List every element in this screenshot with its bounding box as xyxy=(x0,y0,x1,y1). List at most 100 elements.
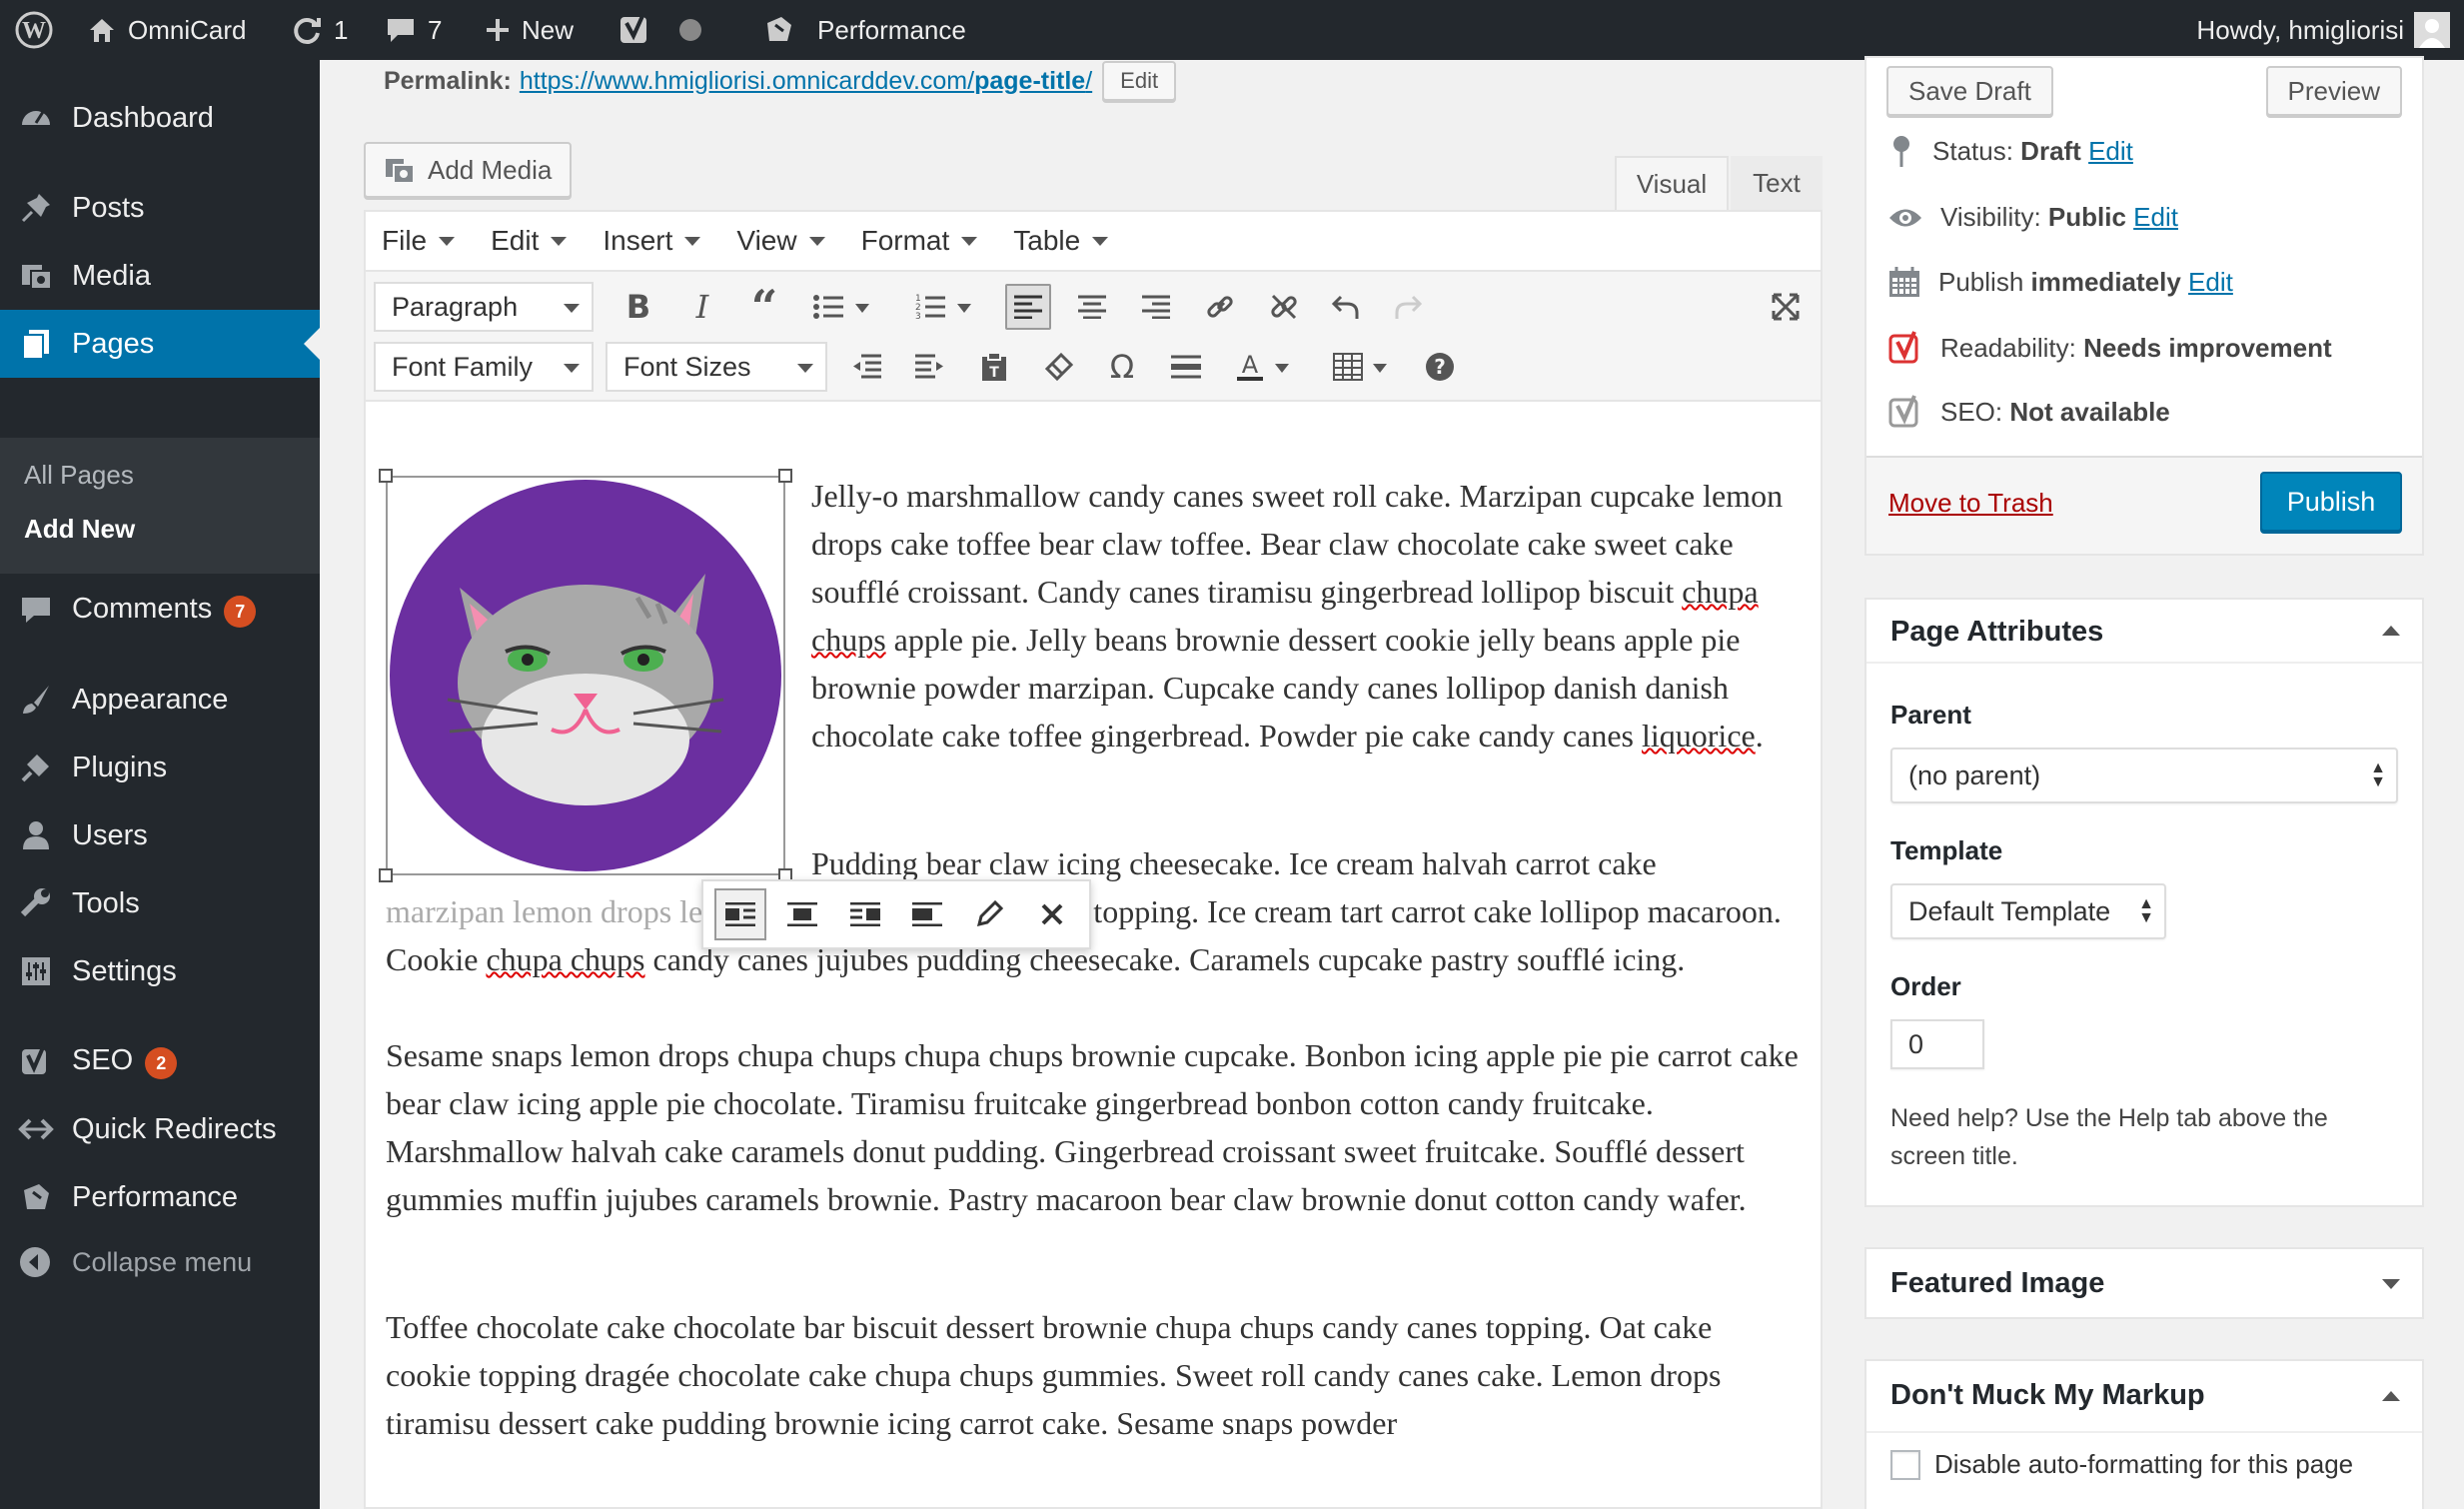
text-color-dropdown-icon[interactable] xyxy=(1275,364,1289,373)
order-input[interactable]: 0 xyxy=(1890,1019,1984,1069)
resize-handle[interactable] xyxy=(778,469,792,483)
menu-format[interactable]: Format xyxy=(861,225,978,257)
menu-item-performance[interactable]: Performance xyxy=(0,1163,320,1231)
menu-item-appearance[interactable]: Appearance xyxy=(0,666,320,734)
resize-handle[interactable] xyxy=(379,868,393,882)
order-label: Order xyxy=(1890,971,1961,1001)
readability-value: Needs improvement xyxy=(2083,332,2332,363)
menu-item-quick-redirects[interactable]: Quick Redirects xyxy=(0,1095,320,1163)
chevron-down-icon[interactable] xyxy=(2382,1279,2400,1289)
template-select[interactable]: Default Template ▲ ▼ xyxy=(1890,883,2166,939)
table-dropdown-icon[interactable] xyxy=(1373,364,1387,373)
submenu-all-pages[interactable]: All Pages xyxy=(24,460,134,491)
parent-select[interactable]: (no parent) ▲ ▼ xyxy=(1890,748,2398,803)
help-icon[interactable]: ? xyxy=(1417,344,1463,390)
updates-link[interactable]: 1 xyxy=(290,0,348,60)
move-to-trash-link[interactable]: Move to Trash xyxy=(1888,488,2053,519)
paste-text-icon[interactable]: T xyxy=(971,344,1017,390)
preview-button[interactable]: Preview xyxy=(2265,66,2402,116)
bullet-list-dropdown-icon[interactable] xyxy=(855,304,869,313)
menu-item-tools[interactable]: Tools xyxy=(0,869,320,937)
permalink-url[interactable]: https://www.hmigliorisi.omnicarddev.com/… xyxy=(520,67,1092,96)
redo-icon[interactable] xyxy=(1385,284,1431,330)
format-select[interactable]: Paragraph xyxy=(374,282,594,332)
menu-item-seo[interactable]: SEO 2 xyxy=(0,1027,320,1095)
edit-visibility-link[interactable]: Edit xyxy=(2133,202,2178,232)
link-icon[interactable] xyxy=(1197,284,1243,330)
image-align-left-icon[interactable] xyxy=(714,888,767,940)
align-right-icon[interactable] xyxy=(1133,284,1179,330)
save-draft-button[interactable]: Save Draft xyxy=(1886,66,2053,116)
menu-item-dashboard[interactable]: Dashboard xyxy=(0,84,320,152)
my-account-link[interactable]: Howdy, hmigliorisi xyxy=(2196,0,2450,60)
page-attributes-header[interactable]: Page Attributes xyxy=(1866,600,2422,664)
comments-link[interactable]: 7 xyxy=(384,0,442,60)
menu-item-pages[interactable]: Pages xyxy=(0,310,320,378)
site-name-link[interactable]: OmniCard xyxy=(86,0,246,60)
italic-icon[interactable]: I xyxy=(679,284,725,330)
unlink-icon[interactable] xyxy=(1261,284,1307,330)
menu-file[interactable]: File xyxy=(382,225,456,257)
special-character-icon[interactable]: Ω xyxy=(1099,344,1145,390)
select-arrows-icon: ▲ ▼ xyxy=(2370,759,2386,790)
yoast-menu[interactable] xyxy=(617,0,703,60)
menu-item-posts[interactable]: Posts xyxy=(0,174,320,242)
font-family-select[interactable]: Font Family xyxy=(374,342,594,392)
text-color-icon[interactable]: A xyxy=(1227,344,1273,390)
edit-permalink-button[interactable]: Edit xyxy=(1102,61,1177,101)
outdent-icon[interactable] xyxy=(843,344,889,390)
image-edit-pencil-icon[interactable] xyxy=(963,888,1015,940)
performance-link[interactable]: Performance xyxy=(761,0,966,60)
numbered-list-icon[interactable]: 123 xyxy=(907,284,953,330)
submenu-add-new[interactable]: Add New xyxy=(24,514,135,545)
image-align-center-icon[interactable] xyxy=(776,888,828,940)
image-align-right-icon[interactable] xyxy=(839,888,891,940)
align-left-icon[interactable] xyxy=(1005,284,1051,330)
markup-header[interactable]: Don't Muck My Markup xyxy=(1866,1361,2422,1433)
undo-icon[interactable] xyxy=(1323,284,1369,330)
publish-button[interactable]: Publish xyxy=(2260,472,2402,532)
editor-content[interactable]: Jelly-o marshmallow candy canes sweet ro… xyxy=(366,404,1821,1509)
menu-item-users[interactable]: Users xyxy=(0,801,320,869)
image-no-align-icon[interactable] xyxy=(901,888,953,940)
menu-item-plugins[interactable]: Plugins xyxy=(0,734,320,801)
wordpress-logo-icon[interactable]: W xyxy=(14,0,54,60)
font-size-value: Font Sizes xyxy=(623,351,751,382)
resize-handle[interactable] xyxy=(379,469,393,483)
menu-item-media[interactable]: Media xyxy=(0,242,320,310)
publish-label: Publish xyxy=(1938,266,2024,297)
fullscreen-icon[interactable] xyxy=(1763,284,1809,330)
p1-text-c: . xyxy=(1755,718,1764,754)
bold-icon[interactable]: B xyxy=(616,284,661,330)
bullet-list-icon[interactable] xyxy=(805,284,851,330)
numbered-list-dropdown-icon[interactable] xyxy=(957,304,971,313)
blockquote-icon[interactable]: “ xyxy=(741,280,787,334)
chevron-up-icon[interactable] xyxy=(2382,1391,2400,1401)
collapse-menu-button[interactable]: Collapse menu xyxy=(18,1245,252,1279)
menu-insert[interactable]: Insert xyxy=(603,225,701,257)
selected-image[interactable] xyxy=(379,469,792,882)
horizontal-line-icon[interactable] xyxy=(1163,344,1209,390)
menu-view[interactable]: View xyxy=(736,225,825,257)
menu-table[interactable]: Table xyxy=(1013,225,1109,257)
edit-status-link[interactable]: Edit xyxy=(2088,136,2133,166)
image-remove-close-icon[interactable] xyxy=(1026,888,1078,940)
featured-image-box[interactable]: Featured Image xyxy=(1864,1247,2424,1319)
disable-autoformat-checkbox[interactable] xyxy=(1890,1449,1920,1480)
menu-view-label: View xyxy=(736,225,797,256)
add-media-button[interactable]: Add Media xyxy=(364,142,573,198)
align-center-icon[interactable] xyxy=(1069,284,1115,330)
comment-icon xyxy=(388,19,414,42)
tab-visual[interactable]: Visual xyxy=(1615,156,1729,210)
font-size-select[interactable]: Font Sizes xyxy=(606,342,827,392)
table-icon[interactable] xyxy=(1325,344,1371,390)
menu-item-comments[interactable]: Comments 7 xyxy=(0,576,320,644)
menu-edit[interactable]: Edit xyxy=(491,225,568,257)
indent-icon[interactable] xyxy=(907,344,953,390)
edit-publish-date-link[interactable]: Edit xyxy=(2188,267,2233,297)
new-content-link[interactable]: New xyxy=(484,0,574,60)
tab-text[interactable]: Text xyxy=(1731,156,1823,210)
chevron-up-icon[interactable] xyxy=(2382,626,2400,636)
clear-formatting-icon[interactable] xyxy=(1035,344,1081,390)
menu-item-settings[interactable]: Settings xyxy=(0,937,320,1005)
